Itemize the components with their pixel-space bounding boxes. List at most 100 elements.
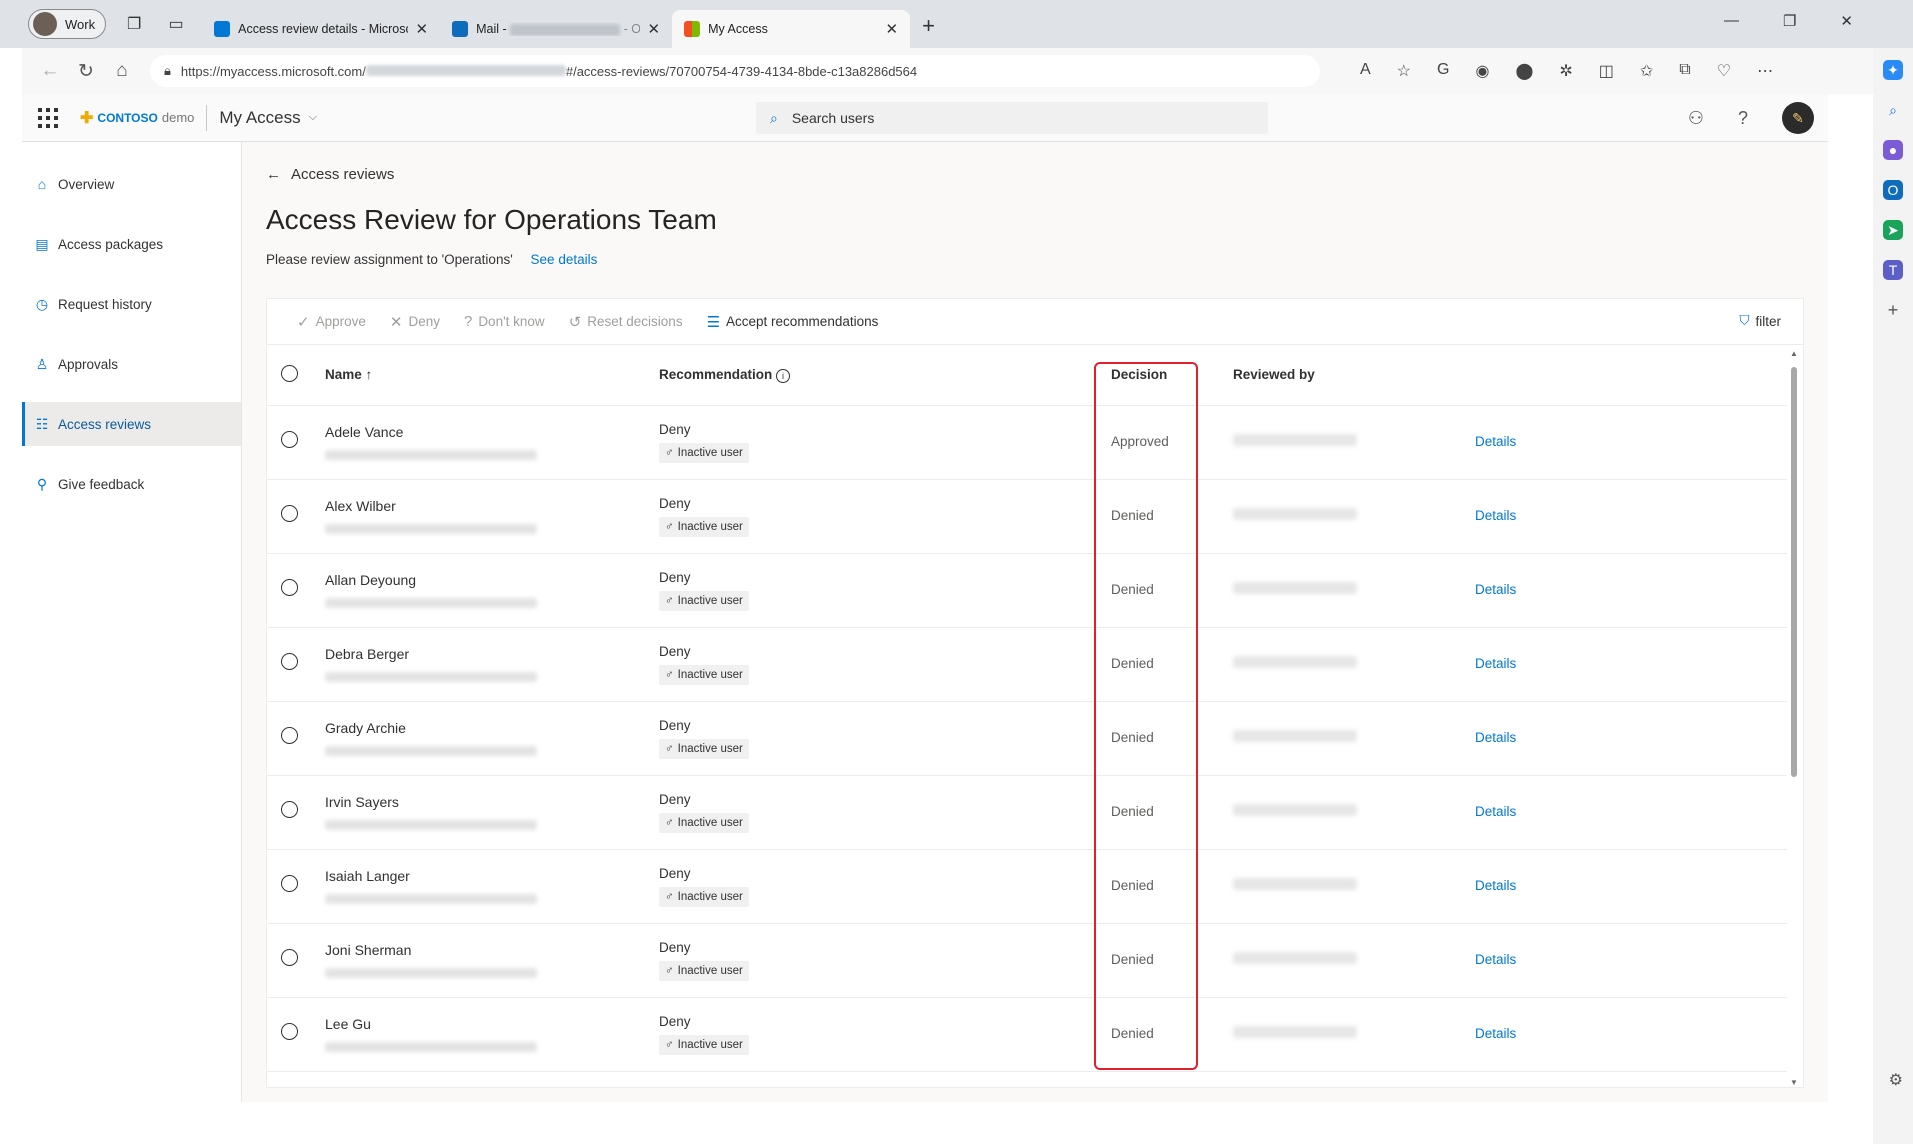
reset-decisions-button[interactable]: ↺ Reset decisions — [569, 313, 683, 331]
redacted-email — [325, 746, 537, 756]
extension-g-icon[interactable]: G — [1437, 61, 1449, 81]
minimize-icon[interactable]: — — [1724, 12, 1739, 30]
row-select-radio[interactable] — [281, 1023, 298, 1040]
copilot-icon[interactable]: ✦ — [1883, 60, 1903, 80]
favorite-star-icon[interactable]: ☆ — [1397, 61, 1411, 81]
url-field[interactable]: 🔒︎ https://myaccess.microsoft.com/ #/acce… — [150, 55, 1320, 87]
back-to-access-reviews-link[interactable]: ← Access reviews — [266, 166, 394, 183]
extension-circle-icon[interactable]: ⬤ — [1515, 61, 1533, 81]
settings-gear-icon[interactable]: ⚙ — [1889, 1070, 1903, 1090]
user-avatar[interactable]: ✎ — [1782, 102, 1814, 134]
table-row[interactable]: Joni Sherman Deny ♂ Inactive user Denied … — [267, 923, 1787, 997]
search-users-box[interactable]: ⌕ Search users — [756, 102, 1268, 134]
home-browser-icon[interactable]: ⌂ — [104, 60, 140, 82]
row-select-radio[interactable] — [281, 949, 298, 966]
row-select-radio[interactable] — [281, 801, 298, 818]
details-link[interactable]: Details — [1475, 730, 1516, 745]
nav-item-access-packages[interactable]: ▤ Access packages — [22, 222, 241, 266]
outlook-icon[interactable]: O — [1883, 180, 1903, 200]
approve-button[interactable]: ✓ Approve — [297, 313, 366, 331]
tag-label: Inactive user — [677, 742, 743, 755]
extension-shield-icon[interactable]: ◉ — [1475, 61, 1489, 81]
recommendation-value: Deny — [659, 569, 691, 585]
details-link[interactable]: Details — [1475, 656, 1516, 671]
nav-item-give-feedback[interactable]: ⚲ Give feedback — [22, 462, 241, 506]
details-link[interactable]: Details — [1475, 582, 1516, 597]
vertical-scrollbar[interactable]: ▲ ▼ — [1789, 349, 1799, 1087]
shopping-icon[interactable]: ● — [1883, 140, 1903, 160]
drop-icon[interactable]: ➤ — [1883, 220, 1903, 240]
table-row[interactable]: Lee Gu Deny ♂ Inactive user Denied Detail… — [267, 997, 1787, 1071]
tab-my-access[interactable]: My Access ✕ — [672, 10, 911, 48]
table-row[interactable]: Isaiah Langer Deny ♂ Inactive user Denied… — [267, 849, 1787, 923]
nav-item-request-history[interactable]: ◷ Request history — [22, 282, 241, 326]
info-icon[interactable]: i — [776, 368, 791, 383]
back-icon[interactable]: ← — [32, 60, 68, 82]
table-row[interactable]: Adele Vance Deny ♂ Inactive user Approved… — [267, 405, 1787, 479]
details-cell: Details — [1475, 923, 1787, 997]
deny-button[interactable]: ✕ Deny — [390, 313, 440, 331]
more-options-icon[interactable]: ⋯ — [1757, 61, 1773, 81]
table-row[interactable]: Debra Berger Deny ♂ Inactive user Denied … — [267, 627, 1787, 701]
table-row[interactable]: Grady Archie Deny ♂ Inactive user Denied … — [267, 701, 1787, 775]
scroll-up-icon[interactable]: ▲ — [1790, 349, 1798, 358]
tag-label: Inactive user — [677, 964, 743, 977]
see-details-link[interactable]: See details — [531, 252, 598, 267]
vertical-tabs-icon[interactable]: ▭ — [162, 10, 190, 38]
browser-essentials-icon[interactable]: ♡ — [1717, 61, 1731, 81]
tab-mail[interactable]: Mail - - Outl ✕ — [440, 10, 672, 48]
split-screen-icon[interactable]: ◫ — [1599, 61, 1614, 81]
details-link[interactable]: Details — [1475, 508, 1516, 523]
details-link[interactable]: Details — [1475, 434, 1516, 449]
details-link[interactable]: Details — [1475, 1026, 1516, 1041]
help-icon[interactable]: ? — [1738, 108, 1748, 129]
close-tab-icon[interactable]: ✕ — [648, 20, 661, 38]
user-name: Debra Berger — [325, 646, 410, 662]
profile-button[interactable]: Work — [28, 9, 107, 39]
close-tab-icon[interactable]: ✕ — [416, 20, 429, 38]
row-select-radio[interactable] — [281, 579, 298, 596]
nav-item-overview[interactable]: ⌂ Overview — [22, 162, 241, 206]
favorites-icon[interactable]: ✩ — [1640, 61, 1653, 81]
row-select-radio[interactable] — [281, 431, 298, 448]
details-cell: Details — [1475, 775, 1787, 849]
select-all-radio[interactable] — [281, 364, 298, 382]
table-row[interactable]: Allan Deyoung Deny ♂ Inactive user Denied… — [267, 553, 1787, 627]
name-cell: Isaiah Langer — [315, 849, 659, 923]
collections-icon[interactable]: ⧉ — [1679, 61, 1690, 81]
read-aloud-icon[interactable]: A — [1360, 61, 1371, 81]
scroll-thumb[interactable] — [1791, 367, 1797, 777]
tab-access-review-details[interactable]: Access review details - Microsoft ✕ — [202, 10, 440, 48]
extensions-icon[interactable]: ✲ — [1559, 61, 1572, 81]
row-select-radio[interactable] — [281, 505, 298, 522]
nav-item-approvals[interactable]: ♙ Approvals — [22, 342, 241, 386]
refresh-icon[interactable]: ↻ — [68, 60, 104, 83]
teams-icon[interactable]: T — [1883, 260, 1903, 280]
nav-item-access-reviews[interactable]: ☷ Access reviews — [22, 402, 241, 446]
close-window-icon[interactable]: ✕ — [1840, 12, 1853, 30]
table-row[interactable]: Alex Wilber Deny ♂ Inactive user Denied D… — [267, 479, 1787, 553]
row-select-radio[interactable] — [281, 653, 298, 670]
app-switcher[interactable]: My Access ⌵ — [219, 108, 317, 128]
new-tab-icon[interactable]: + — [922, 13, 935, 39]
accept-recommendations-button[interactable]: ☰ Accept recommendations — [707, 313, 879, 331]
workspaces-icon[interactable]: ❐ — [120, 10, 148, 38]
close-tab-icon[interactable]: ✕ — [886, 20, 899, 38]
details-link[interactable]: Details — [1475, 804, 1516, 819]
dont-know-label: Don't know — [478, 314, 545, 329]
row-select-radio[interactable] — [281, 875, 298, 892]
details-link[interactable]: Details — [1475, 878, 1516, 893]
scroll-down-icon[interactable]: ▼ — [1790, 1078, 1798, 1087]
app-launcher-icon[interactable] — [36, 106, 60, 130]
details-link[interactable]: Details — [1475, 952, 1516, 967]
dont-know-button[interactable]: ? Don't know — [464, 313, 545, 330]
row-select-radio[interactable] — [281, 727, 298, 744]
name-column-header[interactable]: Name ↑ — [315, 345, 659, 405]
table-row[interactable]: Irvin Sayers Deny ♂ Inactive user Denied … — [267, 775, 1787, 849]
org-chart-icon[interactable]: ⚇ — [1688, 108, 1704, 129]
filter-button[interactable]: ⛉ filter — [1739, 313, 1781, 329]
search-input[interactable]: Search users — [792, 110, 874, 126]
search-sidebar-icon[interactable]: ⌕ — [1883, 100, 1903, 120]
add-sidebar-icon[interactable]: + — [1883, 300, 1903, 320]
restore-icon[interactable]: ❐ — [1783, 12, 1796, 30]
